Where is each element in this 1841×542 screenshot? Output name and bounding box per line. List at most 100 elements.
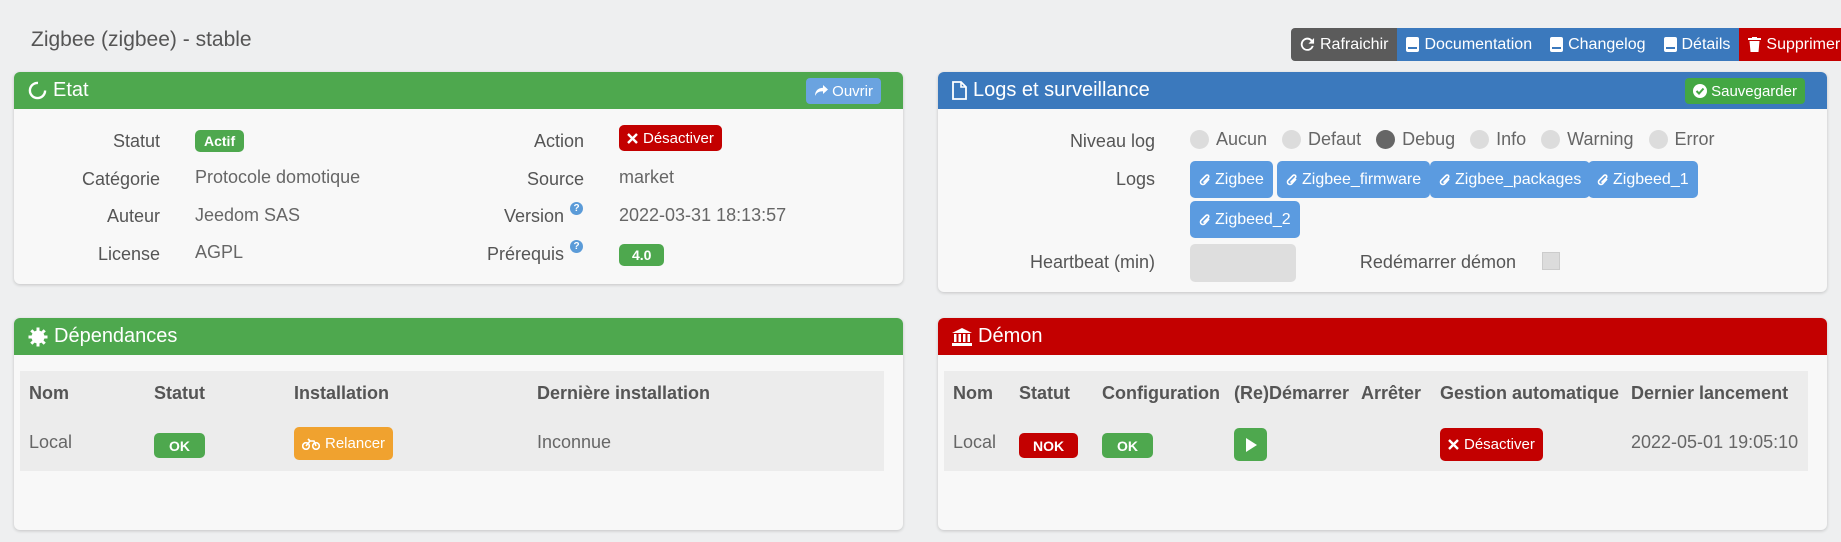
log-file-label: Zigbee_packages [1455,170,1582,188]
disable-auto-management-button[interactable]: Désactiver [1440,428,1543,461]
dep-header-nom: Nom [29,383,69,403]
source-label: Source [526,169,584,189]
demon-header-dernier: Dernier lancement [1631,383,1789,403]
log-file-button-zigbee-packages[interactable]: Zigbee_packages [1430,161,1591,198]
statut-label: Statut [112,131,160,151]
radio-circle[interactable] [1541,130,1561,149]
radio-circle[interactable] [1282,130,1302,149]
log-level-defaut[interactable]: Defaut [1282,129,1361,150]
log-file-button-zigbee[interactable]: Zigbee [1190,161,1273,198]
demon-table: Nom Statut Configuration (Re)Démarrer Ar… [944,371,1808,471]
details-button[interactable]: Détails [1654,28,1740,61]
logs-panel: Logs et surveillance Sauvegarder Niveau … [938,72,1827,292]
log-file-button-zigbeed-1[interactable]: Zigbeed_1 [1588,161,1698,198]
log-file-label: Zigbee [1215,170,1264,188]
action-label: Action [533,131,584,151]
paperclip-icon [1597,173,1609,187]
disable-auto-management-label: Désactiver [1464,436,1535,453]
categorie-value: Protocole domotique [195,167,361,187]
table-row: Local NOK OK Désactiver 2022-05-01 19:05… [944,418,1808,471]
dependances-title: Dépendances [54,325,178,347]
disable-plugin-button[interactable]: Désactiver [619,125,722,151]
changelog-button[interactable]: Changelog [1541,28,1655,61]
log-level-label: Defaut [1308,129,1362,149]
start-daemon-button[interactable] [1234,428,1267,461]
log-level-radio-group: Aucun Defaut Debug Info Warning Error [1190,129,1715,150]
relaunch-button[interactable]: Relancer [294,427,394,460]
book-icon [1663,37,1677,52]
file-icon [952,81,967,100]
paperclip-icon [1286,173,1298,187]
prerequis-help-icon[interactable]: ? [570,240,583,253]
radio-circle-selected[interactable] [1376,130,1396,149]
log-file-button-zigbee-firmware[interactable]: Zigbee_firmware [1277,161,1431,198]
demon-title: Démon [978,325,1043,347]
etat-title: Etat [53,79,89,101]
radio-circle[interactable] [1470,130,1490,149]
demon-panel-header: Démon [938,318,1827,355]
version-help-icon[interactable]: ? [570,202,583,215]
log-level-aucun[interactable]: Aucun [1190,129,1267,150]
documentation-button[interactable]: Documentation [1397,28,1542,61]
open-button[interactable]: Ouvrir [806,78,881,104]
dep-header-installation: Installation [294,383,390,403]
license-value: AGPL [195,242,244,262]
share-icon [814,84,829,98]
logs-title: Logs et surveillance [973,79,1150,101]
categorie-label: Catégorie [81,169,160,189]
demon-header-statut: Statut [1019,383,1070,403]
dep-derniere-cell: Inconnue [537,432,612,452]
delete-button[interactable]: Supprimer [1739,28,1841,61]
heartbeat-input[interactable] [1190,244,1296,282]
spinner-icon [28,81,47,100]
log-level-error[interactable]: Error [1648,129,1715,150]
refresh-button[interactable]: Rafraichir [1291,28,1398,61]
log-level-label: Warning [1567,129,1634,149]
log-level-label: Error [1674,129,1715,149]
log-file-label: Zigbeed_1 [1613,170,1689,188]
log-level-label: Debug [1402,129,1456,149]
source-value: market [619,167,675,187]
delete-label: Supprimer [1766,35,1841,53]
book-icon [1550,37,1564,52]
log-file-button-zigbeed-2[interactable]: Zigbeed_2 [1190,201,1300,238]
paperclip-icon [1439,173,1451,187]
demon-header-redemarrer: (Re)Démarrer [1234,383,1350,403]
table-row: Local OK Relancer Inconnue [20,418,884,471]
disable-plugin-label: Désactiver [643,129,714,147]
log-level-info[interactable]: Info [1470,129,1526,150]
niveau-log-label: Niveau log [1069,131,1155,151]
demon-header-gestion: Gestion automatique [1440,383,1620,403]
demon-dernier-cell: 2022-05-01 19:05:10 [1631,432,1799,452]
changelog-label: Changelog [1568,35,1646,53]
radio-circle[interactable] [1190,130,1209,149]
restart-daemon-label: Redémarrer démon [1359,252,1516,272]
logs-label: Logs [1115,169,1155,189]
logs-panel-header: Logs et surveillance Sauvegarder [938,72,1827,109]
auteur-label: Auteur [106,206,160,226]
page-title: Zigbee (zigbee) - stable [31,28,252,51]
log-level-warning[interactable]: Warning [1541,129,1634,150]
save-label: Sauvegarder [1711,82,1797,100]
documentation-label: Documentation [1424,35,1533,53]
dependances-panel-header: Dépendances [14,318,903,355]
paperclip-icon [1199,173,1211,187]
close-icon [627,132,638,144]
log-level-label: Info [1496,129,1527,149]
log-level-debug[interactable]: Debug [1376,129,1455,150]
bicycle-icon [302,437,320,450]
dep-status-badge: OK [154,433,205,458]
log-file-label: Zigbeed_2 [1215,210,1291,228]
demon-panel: Démon Nom Statut Configuration (Re)Démar… [938,318,1827,530]
prerequis-label: Prérequis [486,244,564,264]
statut-badge: Actif [195,130,245,152]
open-label: Ouvrir [832,82,873,100]
play-icon [1245,437,1257,452]
radio-circle[interactable] [1648,130,1668,149]
save-button[interactable]: Sauvegarder [1685,78,1805,104]
details-label: Détails [1681,35,1731,53]
license-label: License [97,244,160,264]
version-label: Version [503,206,564,226]
restart-daemon-checkbox[interactable] [1542,252,1560,270]
top-action-bar: Rafraichir Documentation Changelog Détai… [1291,28,1841,61]
